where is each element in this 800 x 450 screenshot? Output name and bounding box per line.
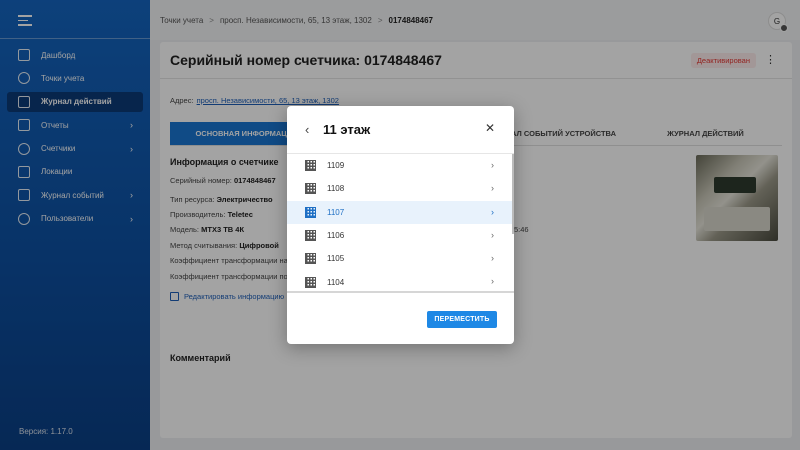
- building-icon: [305, 253, 316, 265]
- chevron-right-icon: ›: [491, 183, 494, 194]
- back-icon[interactable]: ‹: [305, 122, 309, 137]
- move-modal: ‹ 11 этаж ✕ 1109 › 1108 › 1107 › 1106 › …: [287, 106, 514, 344]
- room-label: 1105: [327, 254, 345, 264]
- room-label: 1107: [327, 207, 345, 217]
- chevron-right-icon: ›: [491, 276, 494, 287]
- building-icon: [305, 230, 316, 242]
- scrollbar[interactable]: [512, 154, 514, 234]
- room-label: 1108: [327, 184, 345, 194]
- list-item[interactable]: 1108 ›: [287, 177, 514, 200]
- list-item[interactable]: 1104 ›: [287, 270, 514, 291]
- building-icon: [305, 160, 316, 172]
- chevron-right-icon: ›: [491, 253, 494, 264]
- list-item[interactable]: 1105 ›: [287, 247, 514, 270]
- list-item[interactable]: 1106 ›: [287, 224, 514, 247]
- move-button[interactable]: ПЕРЕМЕСТИТЬ: [427, 311, 497, 328]
- chevron-right-icon: ›: [491, 160, 494, 170]
- building-icon: [305, 206, 316, 218]
- room-label: 1106: [327, 231, 345, 241]
- building-icon: [305, 183, 316, 195]
- modal-title: 11 этаж: [323, 122, 371, 137]
- close-icon[interactable]: ✕: [485, 121, 495, 135]
- chevron-right-icon: ›: [491, 229, 494, 240]
- room-label: 1104: [327, 277, 345, 287]
- list-item-selected[interactable]: 1107 ›: [287, 200, 514, 224]
- building-icon: [305, 276, 316, 288]
- chevron-right-icon: ›: [491, 206, 494, 217]
- room-label: 1109: [327, 161, 345, 171]
- room-list: 1109 › 1108 › 1107 › 1106 › 1105 › 1104 …: [287, 153, 514, 293]
- list-item[interactable]: 1109 ›: [287, 154, 514, 177]
